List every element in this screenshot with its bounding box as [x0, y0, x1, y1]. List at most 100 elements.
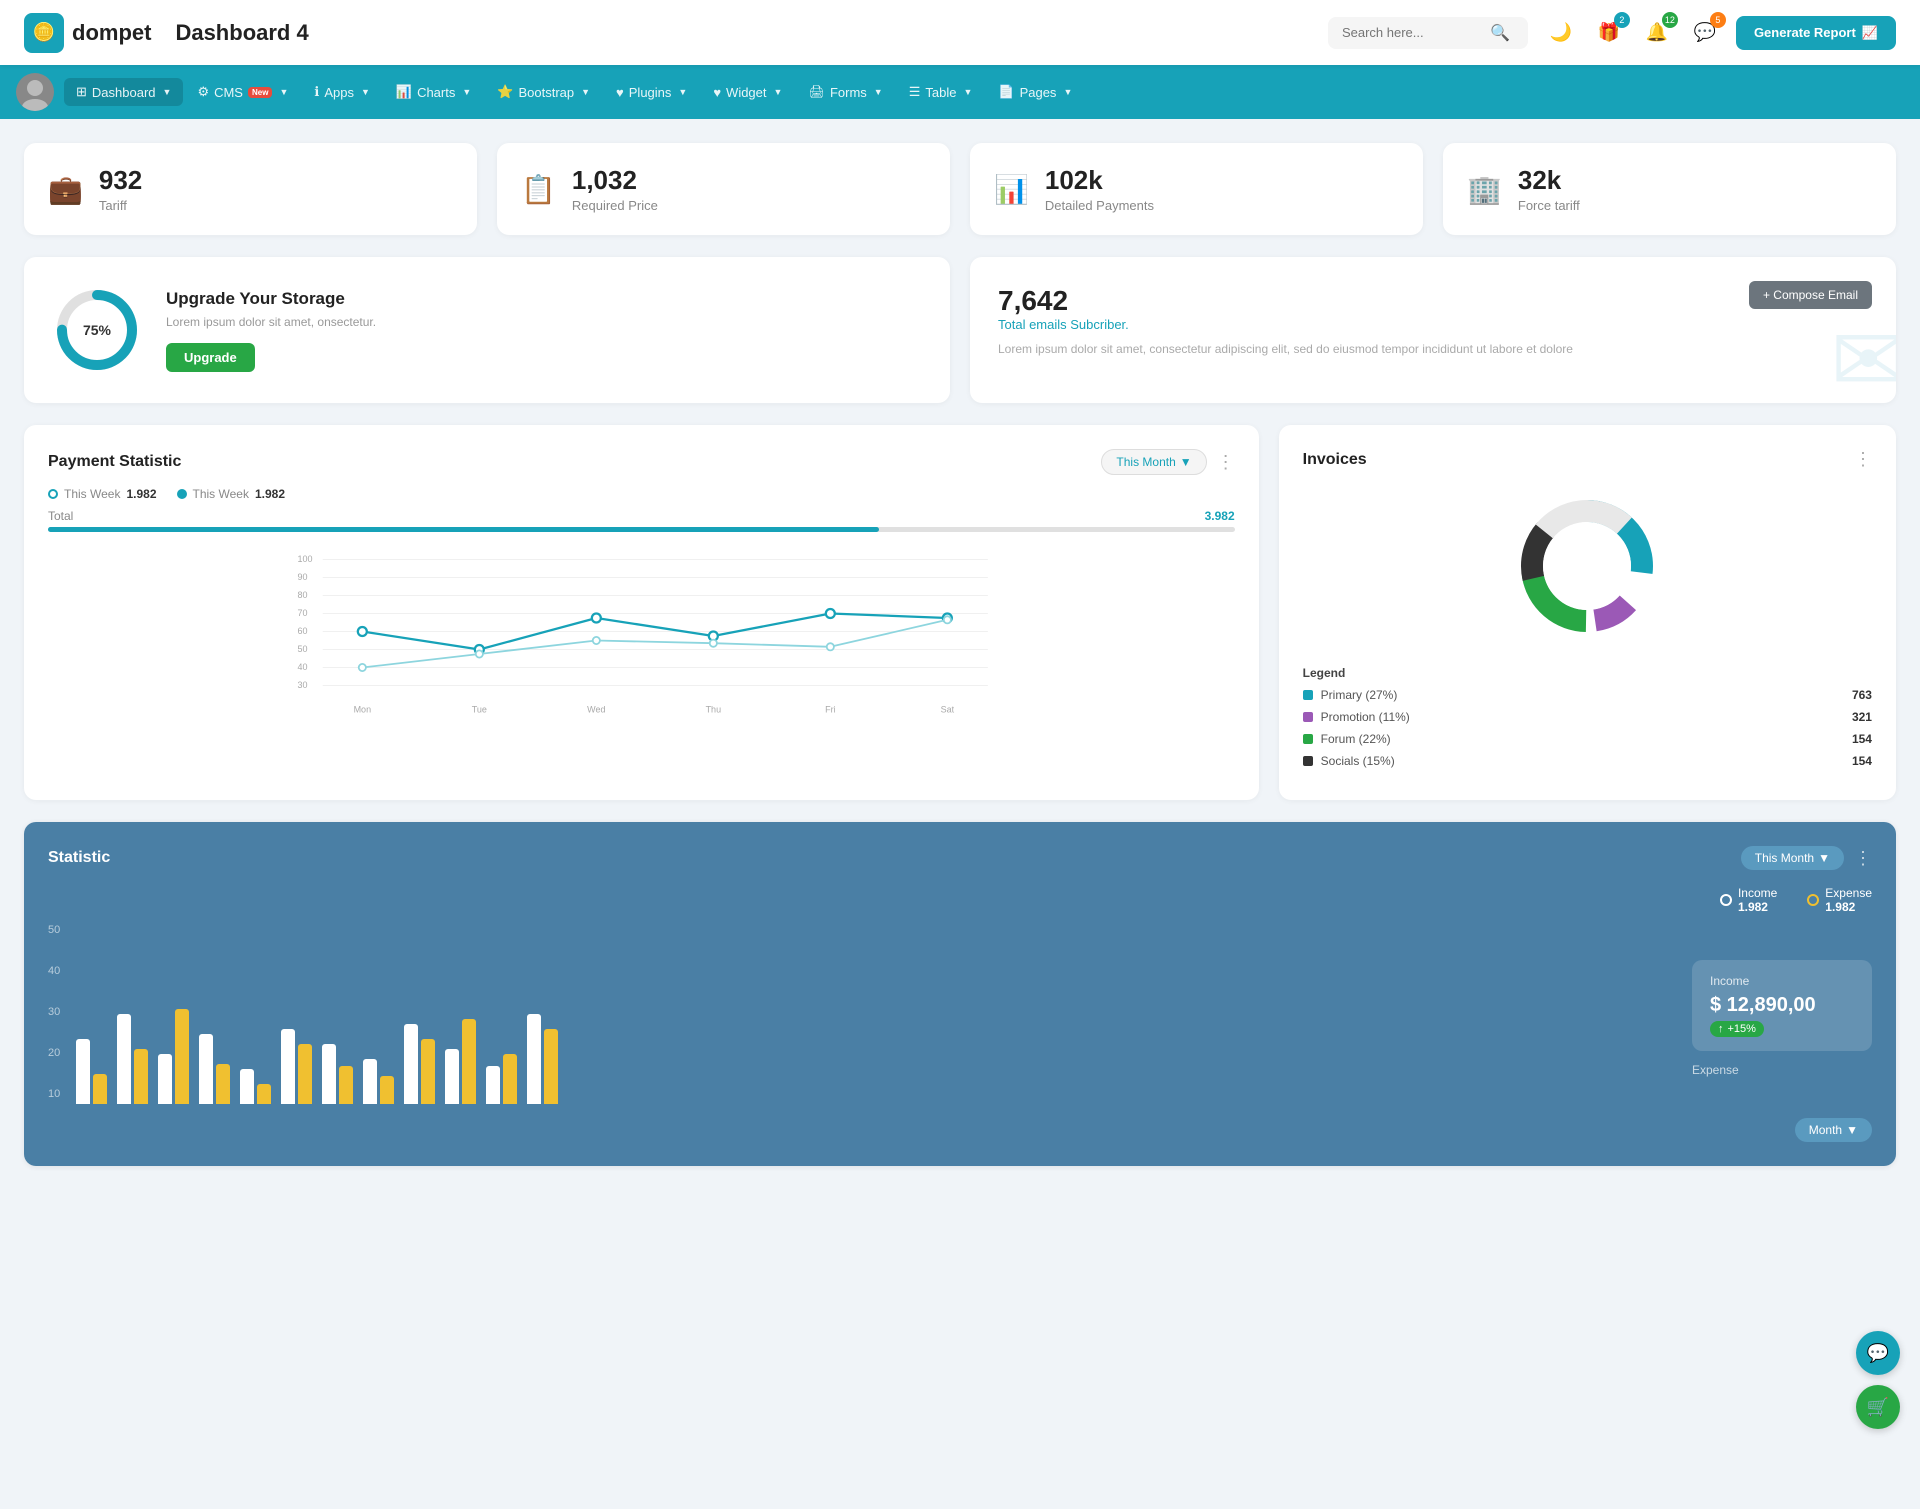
- total-label: Total: [48, 509, 73, 523]
- bar-chart: [76, 924, 1676, 1104]
- page-title: Dashboard 4: [175, 20, 308, 46]
- total-row: Total 3.982: [48, 509, 1235, 523]
- stat-card-force-tariff: 🏢 32k Force tariff: [1443, 143, 1896, 235]
- bar-group-11: [486, 1054, 517, 1104]
- nav-item-bootstrap[interactable]: ⭐ Bootstrap ▼: [485, 78, 602, 106]
- filter-label: This Month: [1116, 455, 1175, 469]
- gift-icon-button[interactable]: 🎁 2: [1592, 16, 1626, 50]
- nav-label-cms: CMS: [214, 85, 243, 100]
- bar-group-10: [445, 1019, 476, 1104]
- invoices-title: Invoices: [1303, 451, 1367, 469]
- dashboard-icon: ⊞: [76, 84, 87, 100]
- month-dropdown-label: Month: [1809, 1123, 1842, 1137]
- svg-text:50: 50: [298, 644, 308, 654]
- float-support-button[interactable]: 💬: [1856, 1331, 1900, 1375]
- payment-menu-button[interactable]: ⋮: [1217, 452, 1235, 473]
- invoices-legend: Legend Primary (27%) 763 Promotion (11%)…: [1303, 666, 1872, 768]
- bar-group-6: [281, 1029, 312, 1104]
- stat-card-required-price: 📋 1,032 Required Price: [497, 143, 950, 235]
- chevron-down-icon-plugins: ▼: [678, 87, 687, 97]
- generate-report-label: Generate Report: [1754, 25, 1856, 40]
- legend-row-socials: Socials (15%) 154: [1303, 754, 1872, 768]
- bar-white-11: [486, 1066, 500, 1104]
- bar-group-8: [363, 1059, 394, 1104]
- expense-legend-label: Expense: [1825, 886, 1872, 900]
- nav-item-table[interactable]: ☰ Table ▼: [897, 78, 985, 106]
- bar-group-12: [527, 1014, 558, 1104]
- income-legend-dot: [1720, 894, 1732, 906]
- stat-card-detailed-payments: 📊 102k Detailed Payments: [970, 143, 1423, 235]
- payment-statistic-card: Payment Statistic This Month ▼ ⋮ This We…: [24, 425, 1259, 800]
- invoices-menu-button[interactable]: ⋮: [1854, 449, 1872, 470]
- bootstrap-icon: ⭐: [497, 84, 513, 100]
- search-input[interactable]: [1342, 25, 1482, 40]
- y-axis: 50 40 30 20 10: [48, 924, 60, 1104]
- email-count: 7,642: [998, 285, 1868, 317]
- bar-group-9: [404, 1024, 435, 1104]
- stats-row: 💼 932 Tariff 📋 1,032 Required Price 📊 10…: [24, 143, 1896, 235]
- chevron-down-icon-widget: ▼: [774, 87, 783, 97]
- generate-report-button[interactable]: Generate Report 📈: [1736, 16, 1896, 50]
- nav-item-pages[interactable]: 📄 Pages ▼: [986, 78, 1084, 106]
- tariff-icon: 💼: [48, 173, 83, 206]
- y-label-30: 30: [48, 1006, 60, 1018]
- income-box-area: Income $ 12,890,00 ↑ +15% Expense: [1692, 924, 1872, 1104]
- nav-item-dashboard[interactable]: ⊞ Dashboard ▼: [64, 78, 183, 106]
- legend-row-promotion: Promotion (11%) 321: [1303, 710, 1872, 724]
- legend2-value: 1.982: [255, 487, 285, 501]
- forms-icon: 🖨: [808, 84, 825, 100]
- nav-item-charts[interactable]: 📊 Charts ▼: [384, 78, 483, 106]
- chat-button[interactable]: 💬 5: [1688, 16, 1722, 50]
- nav-item-forms[interactable]: 🖨 Forms ▼: [796, 78, 894, 106]
- chevron-down-icon-cms: ▼: [279, 87, 288, 97]
- pages-icon: 📄: [998, 84, 1014, 100]
- bar-white-12: [527, 1014, 541, 1104]
- theme-toggle-button[interactable]: 🌙: [1544, 16, 1578, 50]
- invoices-donut-chart: [1303, 486, 1872, 646]
- chevron-down-icon-statistic: ▼: [1818, 851, 1830, 865]
- storage-description: Lorem ipsum dolor sit amet, onsectetur.: [166, 315, 376, 329]
- svg-text:Tue: Tue: [472, 705, 487, 715]
- income-box: Income $ 12,890,00 ↑ +15%: [1692, 960, 1872, 1051]
- bar-white-3: [158, 1054, 172, 1104]
- bar-white-9: [404, 1024, 418, 1104]
- search-bar: 🔍: [1328, 17, 1528, 49]
- widget-icon: ♥: [713, 85, 721, 100]
- second-row: 75% Upgrade Your Storage Lorem ipsum dol…: [24, 257, 1896, 403]
- table-icon: ☰: [909, 84, 921, 100]
- nav-bar: ⊞ Dashboard ▼ ⚙ CMS New ▼ ℹ Apps ▼ 📊 Cha…: [0, 65, 1920, 119]
- apps-icon: ℹ: [314, 84, 319, 100]
- bar-yellow-11: [503, 1054, 517, 1104]
- income-box-title: Income: [1710, 974, 1854, 988]
- statistic-filter-button[interactable]: This Month ▼: [1741, 846, 1844, 870]
- month-dropdown-button[interactable]: Month ▼: [1795, 1118, 1872, 1142]
- float-cart-button[interactable]: 🛒: [1856, 1385, 1900, 1429]
- income-badge: ↑ +15%: [1710, 1021, 1764, 1037]
- compose-email-button[interactable]: + Compose Email: [1749, 281, 1872, 309]
- upgrade-button[interactable]: Upgrade: [166, 343, 255, 372]
- svg-text:30: 30: [298, 680, 308, 690]
- payment-filter-button[interactable]: This Month ▼: [1101, 449, 1206, 475]
- nav-label-charts: Charts: [417, 85, 455, 100]
- gift-badge: 2: [1614, 12, 1630, 28]
- cms-icon: ⚙: [197, 84, 209, 100]
- svg-text:100: 100: [298, 554, 313, 564]
- nav-item-widget[interactable]: ♥ Widget ▼: [701, 79, 794, 106]
- legend-count-socials: 154: [1852, 754, 1872, 768]
- nav-item-cms[interactable]: ⚙ CMS New ▼: [185, 78, 300, 106]
- legend-item-1: This Week 1.982: [48, 487, 157, 501]
- nav-item-plugins[interactable]: ♥ Plugins ▼: [604, 79, 699, 106]
- nav-item-apps[interactable]: ℹ Apps ▼: [302, 78, 382, 106]
- income-box-value: $ 12,890,00: [1710, 994, 1854, 1017]
- logo-icon: 🪙: [24, 13, 64, 53]
- total-bar: [48, 527, 1235, 532]
- legend-dot-2: [177, 489, 187, 499]
- svg-text:Thu: Thu: [706, 705, 722, 715]
- bar-yellow-5: [257, 1084, 271, 1104]
- svg-text:70: 70: [298, 608, 308, 618]
- legend-row-primary: Primary (27%) 763: [1303, 688, 1872, 702]
- notification-button[interactable]: 🔔 12: [1640, 16, 1674, 50]
- chart-icon: 📈: [1862, 25, 1878, 41]
- email-description: Lorem ipsum dolor sit amet, consectetur …: [998, 340, 1868, 358]
- statistic-menu-button[interactable]: ⋮: [1854, 848, 1872, 869]
